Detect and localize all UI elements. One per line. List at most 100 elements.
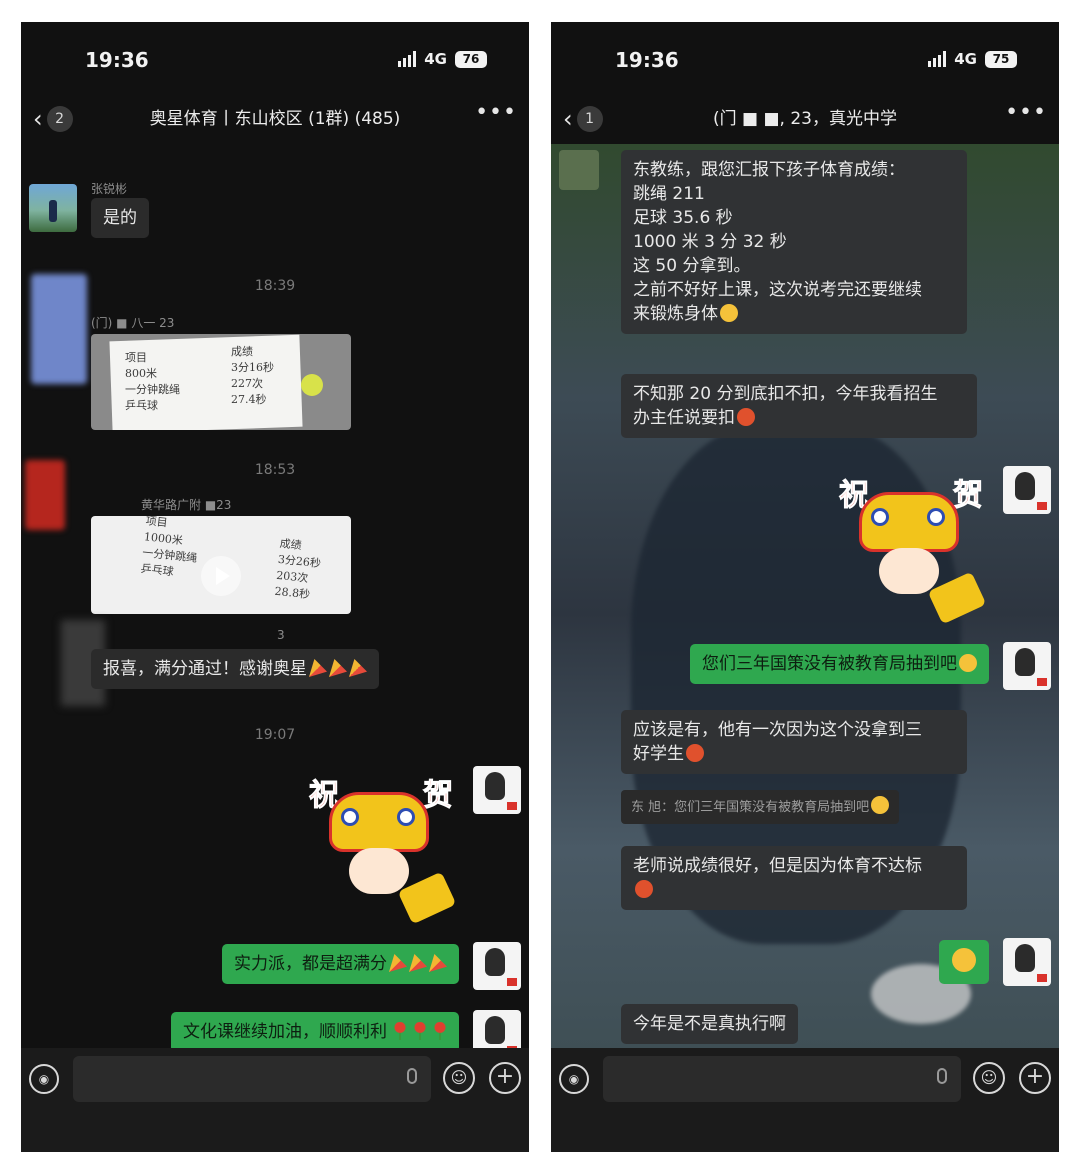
- my-avatar[interactable]: [1003, 938, 1051, 986]
- message-bubble-outgoing[interactable]: 实力派，都是超满分: [222, 944, 459, 984]
- receipt-scores: 成绩 3分16秒 227次 27.4秒: [231, 345, 274, 406]
- sender-name: 黄华路广附 ■23: [141, 498, 232, 512]
- status-time: 19:36: [85, 48, 149, 72]
- message-bubble-outgoing[interactable]: 您们三年国策没有被教育局抽到吧: [690, 644, 989, 684]
- battery-level: 75: [985, 50, 1017, 68]
- status-bar: 19:36 4G 76: [21, 22, 529, 98]
- emoji-icon[interactable]: ☺: [443, 1062, 475, 1094]
- timestamp: 18:53: [254, 462, 296, 478]
- message-input[interactable]: [603, 1056, 961, 1102]
- receipt-items: 项目 1000米 一分钟跳绳 乒乓球: [140, 516, 198, 579]
- message-input[interactable]: [73, 1056, 431, 1102]
- chat-title: 奥星体育丨东山校区 (1群) (485): [149, 109, 401, 129]
- rose-icon: [393, 1022, 407, 1040]
- battery-level: 76: [455, 50, 487, 68]
- party-popper-icon: [429, 954, 447, 972]
- voice-input-icon[interactable]: ◉: [559, 1064, 589, 1094]
- plus-icon[interactable]: +: [489, 1062, 521, 1094]
- my-avatar[interactable]: [473, 1010, 521, 1048]
- rose-icon: [413, 1022, 427, 1040]
- lion-eye: [927, 508, 945, 526]
- message-text: 文化课继续加油，顺顺利利: [183, 1022, 387, 1042]
- message-bubble[interactable]: 是的: [91, 198, 149, 238]
- party-popper-icon: [389, 954, 407, 972]
- play-icon[interactable]: [201, 556, 241, 596]
- input-bar: ◉ ☺ +: [551, 1048, 1059, 1152]
- party-popper-icon: [409, 954, 427, 972]
- message-list[interactable]: 张锐彬 是的 18:39 (门) ■ 八一 23 项目 800米 一分钟跳绳 乒…: [21, 144, 529, 1048]
- receipt-scores: 成绩 3分26秒 203次 28.8秒: [273, 536, 322, 602]
- plus-icon[interactable]: +: [1019, 1062, 1051, 1094]
- ball-icon: [301, 374, 323, 396]
- quote-text: 东 旭：您们三年国策没有被教育局抽到吧: [631, 800, 870, 815]
- left-chat-screenshot: 19:36 4G 76 ‹ 2 奥星体育丨东山校区 (1群) (485) •••…: [21, 22, 529, 1152]
- status-indicators: 4G 76: [398, 50, 487, 68]
- microphone-icon[interactable]: [937, 1068, 947, 1084]
- my-avatar[interactable]: [1003, 466, 1051, 514]
- message-list[interactable]: 东教练，跟您汇报下孩子体育成绩： 跳绳 211 足球 35.6 秒 1000 米…: [551, 144, 1059, 1048]
- laugh-emoji-icon: [952, 948, 976, 972]
- lion-eye: [871, 508, 889, 526]
- message-text: 您们三年国策没有被教育局抽到吧: [702, 654, 957, 674]
- message-text: 报喜，满分通过！感谢奥星: [103, 659, 307, 679]
- chat-title: (门 ■ ■, 23，真光中学: [712, 109, 897, 129]
- back-button[interactable]: ‹ 1: [563, 104, 611, 134]
- laugh-emoji-icon: [959, 654, 977, 672]
- message-text: 应该是有，他有一次因为这个没拿到三 好学生: [633, 720, 922, 764]
- my-avatar[interactable]: [473, 766, 521, 814]
- sticker-char: 贺: [953, 478, 984, 514]
- message-bubble[interactable]: 报喜，满分通过！感谢奥星: [91, 649, 379, 689]
- unread-count-badge: 2: [46, 106, 73, 132]
- quoted-reply[interactable]: 东 旭：您们三年国策没有被教育局抽到吧: [621, 790, 900, 824]
- more-options-icon[interactable]: •••: [475, 100, 517, 125]
- message-text: 实力派，都是超满分: [234, 954, 387, 974]
- message-bubble[interactable]: 应该是有，他有一次因为这个没拿到三 好学生: [621, 710, 967, 774]
- lion-eye: [341, 808, 359, 826]
- rose-icon: [433, 1022, 447, 1040]
- status-bar: 19:36 4G 75: [551, 22, 1059, 98]
- receipt-photo[interactable]: 项目 800米 一分钟跳绳 乒乓球 成绩 3分16秒 227次 27.4秒: [91, 334, 351, 430]
- my-avatar[interactable]: [473, 942, 521, 990]
- status-time: 19:36: [615, 48, 679, 72]
- chevron-left-icon: ‹: [33, 105, 43, 133]
- back-button[interactable]: ‹ 2: [33, 104, 81, 134]
- sticker-char: 贺: [423, 778, 454, 814]
- receipt-items: 项目 800米 一分钟跳绳 乒乓球: [125, 351, 180, 412]
- input-bar: ◉ ☺ +: [21, 1048, 529, 1152]
- avatar[interactable]: [29, 184, 77, 232]
- right-chat-screenshot: 19:36 4G 75 ‹ 1 (门 ■ ■, 23，真光中学 ••• 东教练，…: [551, 22, 1059, 1152]
- message-bubble[interactable]: 老师说成绩很好，但是因为体育不达标: [621, 846, 967, 910]
- message-text: 不知那 20 分到底扣不扣，今年我看招生 办主任说要扣: [633, 384, 938, 428]
- more-options-icon[interactable]: •••: [1005, 100, 1047, 125]
- network-type: 4G: [424, 50, 447, 68]
- angry-emoji-icon: [635, 880, 653, 898]
- signal-icon: [928, 51, 947, 67]
- avatar[interactable]: [559, 150, 599, 190]
- sender-name: 张锐彬: [91, 182, 128, 196]
- party-popper-icon: [309, 659, 327, 677]
- chevron-left-icon: ‹: [563, 105, 573, 133]
- laugh-emoji-icon: [720, 304, 738, 322]
- child-face: [349, 848, 409, 894]
- timestamp: 19:07: [254, 727, 296, 743]
- party-popper-icon: [349, 659, 367, 677]
- lion-dance-sticker[interactable]: 祝 贺: [837, 470, 987, 625]
- status-indicators: 4G 75: [928, 50, 1017, 68]
- message-bubble[interactable]: 东教练，跟您汇报下孩子体育成绩： 跳绳 211 足球 35.6 秒 1000 米…: [621, 150, 967, 334]
- avatar[interactable]: [31, 274, 87, 384]
- my-avatar[interactable]: [1003, 642, 1051, 690]
- emoji-icon[interactable]: ☺: [973, 1062, 1005, 1094]
- receipt-video[interactable]: 项目 1000米 一分钟跳绳 乒乓球 成绩 3分26秒 203次 28.8秒: [91, 516, 351, 614]
- microphone-icon[interactable]: [407, 1068, 417, 1084]
- sender-name: 3: [277, 628, 285, 642]
- voice-input-icon[interactable]: ◉: [29, 1064, 59, 1094]
- message-bubble-outgoing[interactable]: 文化课继续加油，顺顺利利: [171, 1012, 459, 1048]
- message-bubble[interactable]: 不知那 20 分到底扣不扣，今年我看招生 办主任说要扣: [621, 374, 977, 438]
- message-text: 老师说成绩很好，但是因为体育不达标: [633, 856, 922, 876]
- avatar[interactable]: [25, 460, 65, 530]
- message-bubble[interactable]: 今年是不是真执行啊: [621, 1004, 798, 1044]
- laugh-emoji-icon: [871, 796, 890, 814]
- lion-dance-sticker[interactable]: 祝 贺: [307, 770, 457, 925]
- angry-emoji-icon: [737, 408, 755, 426]
- message-bubble-outgoing[interactable]: [939, 940, 989, 984]
